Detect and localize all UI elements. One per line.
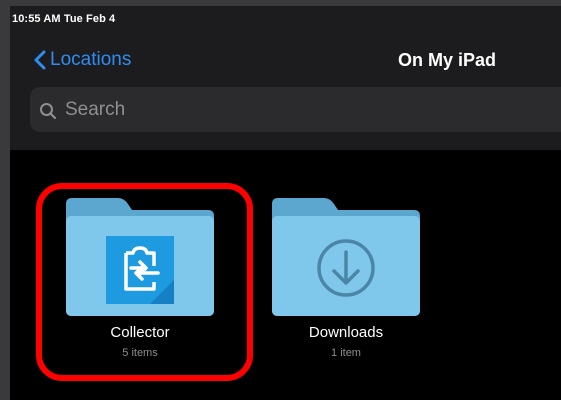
back-button-label: Locations: [50, 49, 132, 70]
search-icon: [40, 102, 57, 119]
status-time: 10:55 AM Tue Feb 4: [12, 13, 116, 25]
search-bar[interactable]: [30, 87, 561, 132]
folder-name: Downloads: [308, 324, 384, 341]
files-screen: 10:55 AM Tue Feb 4 Locations On My iPad: [10, 6, 561, 400]
page-title: On My iPad: [398, 50, 497, 70]
folder-downloads[interactable]: Downloads 1 item: [272, 198, 420, 368]
chevron-left-icon: [34, 50, 46, 70]
header: 10:55 AM Tue Feb 4 Locations On My iPad: [10, 6, 561, 150]
folder-icon: [272, 198, 420, 316]
back-button[interactable]: Locations: [34, 48, 131, 72]
highlight-annotation: [36, 183, 253, 381]
search-input[interactable]: [63, 97, 467, 122]
folder-item-count: 1 item: [331, 347, 361, 359]
